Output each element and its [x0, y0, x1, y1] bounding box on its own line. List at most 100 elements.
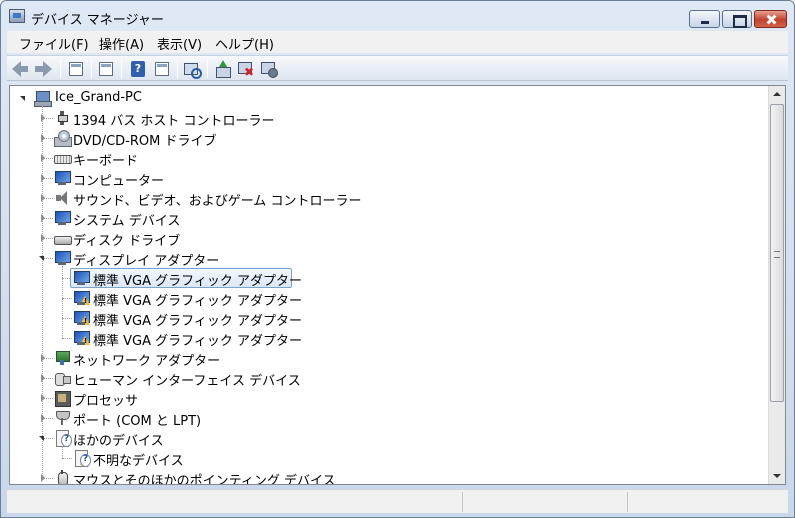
collapsed-arrow-icon[interactable] [41, 154, 45, 162]
tree-guide-line [43, 438, 53, 439]
tree-guide-line [62, 298, 72, 299]
tree-category[interactable]: ネットワーク アダプター [10, 348, 750, 369]
tree-category[interactable]: キーボード [10, 148, 750, 169]
network-adapter-icon [54, 350, 70, 366]
usb-controller-icon [54, 110, 70, 126]
properties-icon[interactable] [97, 60, 115, 78]
collapsed-arrow-icon[interactable] [41, 194, 45, 202]
update-driver-icon[interactable] [214, 60, 232, 78]
tree-guide-line [62, 318, 72, 319]
menu-file[interactable]: ファイル(F) [19, 34, 89, 53]
action-pane-icon[interactable] [153, 60, 171, 78]
tree-category[interactable]: ポート (COM と LPT) [10, 408, 750, 429]
expanded-arrow-icon[interactable] [39, 436, 44, 441]
tree-guide-line [62, 278, 63, 298]
tree-item-label: 標準 VGA グラフィック アダプター [93, 294, 302, 309]
tree-item-label: ディスク ドライブ [73, 234, 181, 249]
menu-bar: ファイル(F) 操作(A) 表示(V) ヘルプ(H) [7, 31, 788, 53]
disk-drive-icon [54, 230, 72, 246]
tree-category[interactable]: コンピューター [10, 168, 750, 189]
forward-arrow-icon[interactable] [35, 60, 53, 78]
menu-action[interactable]: 操作(A) [99, 34, 144, 53]
tree-device[interactable]: 標準 VGA グラフィック アダプター [10, 278, 750, 309]
display-device-icon [54, 170, 71, 186]
tree-item-label: ディスプレイ アダプター [73, 254, 220, 269]
tree-item-label: 1394 バス ホスト コントローラー [73, 114, 275, 129]
collapsed-arrow-icon[interactable] [41, 114, 45, 122]
uninstall-icon[interactable] [237, 60, 255, 79]
collapsed-arrow-icon[interactable] [41, 214, 45, 222]
title-bar[interactable]: デバイス マネージャー [1, 1, 794, 31]
toolbar-separator [60, 60, 61, 78]
tree-guide-line [62, 458, 72, 459]
device-tree: Ice_Grand-PC 1394 バス ホスト コントローラー DVD/CD-R… [10, 86, 769, 485]
tree-device[interactable]: 標準 VGA グラフィック アダプター [10, 266, 750, 289]
computer-icon [34, 90, 52, 107]
tree-device[interactable]: 標準 VGA グラフィック アダプター [10, 298, 750, 329]
scroll-up-arrow-icon[interactable] [769, 86, 785, 103]
warning-icon [80, 336, 90, 345]
keyboard-icon [54, 150, 72, 166]
tree-guide-line [43, 258, 53, 259]
status-bar-divider [462, 492, 463, 512]
toolbar-separator [207, 60, 208, 78]
back-arrow-icon[interactable] [11, 60, 29, 78]
tree-item-label: マウスとそのほかのポインティング デバイス [73, 474, 336, 485]
tree-category[interactable]: ヒューマン インターフェイス デバイス [10, 368, 750, 389]
collapsed-arrow-icon[interactable] [41, 234, 45, 242]
collapsed-arrow-icon[interactable] [41, 374, 45, 382]
maximize-button[interactable] [722, 10, 752, 28]
collapsed-arrow-icon[interactable] [41, 134, 45, 142]
tree-category[interactable]: システム デバイス [10, 208, 750, 229]
scrollbar-thumb[interactable] [770, 104, 784, 402]
tree-category[interactable]: サウンド、ビデオ、およびゲーム コントローラー [10, 188, 750, 209]
tree-item-label: ポート (COM と LPT) [73, 414, 202, 429]
hid-device-icon [54, 370, 71, 386]
device-manager-app-icon [9, 9, 25, 23]
tree-root[interactable]: Ice_Grand-PC [10, 88, 750, 108]
tree-guide-line [62, 338, 72, 339]
tree-device[interactable]: 不明なデバイス [10, 446, 750, 469]
warning-icon [80, 296, 90, 305]
menu-view[interactable]: 表示(V) [157, 34, 202, 53]
warning-icon [80, 456, 90, 465]
tree-device[interactable]: 標準 VGA グラフィック アダプター [10, 318, 750, 349]
display-device-icon [54, 210, 71, 226]
show-hide-console-tree-icon[interactable] [67, 60, 85, 78]
tree-category[interactable]: マウスとそのほかのポインティング デバイス [10, 468, 750, 485]
close-button[interactable] [754, 10, 787, 28]
tree-category[interactable]: DVD/CD-ROM ドライブ [10, 128, 750, 149]
device-manager-window: デバイス マネージャー ファイル(F) 操作(A) 表示(V) ヘルプ(H) ? [0, 0, 795, 518]
tree-category[interactable]: プロセッサ [10, 388, 750, 409]
tree-category[interactable]: ほかのデバイス [10, 428, 750, 449]
scroll-down-arrow-icon[interactable] [769, 467, 785, 484]
window-title: デバイス マネージャー [31, 13, 164, 28]
unknown-device-icon [54, 430, 72, 447]
display-device-icon [73, 270, 90, 286]
collapsed-arrow-icon[interactable] [41, 354, 45, 362]
tree-item-label: 不明なデバイス [93, 454, 184, 469]
collapsed-arrow-icon[interactable] [41, 414, 45, 422]
scan-hardware-changes-icon[interactable] [183, 60, 202, 79]
vertical-scrollbar[interactable] [768, 86, 785, 484]
minimize-button[interactable] [689, 10, 720, 28]
collapsed-arrow-icon[interactable] [41, 394, 45, 402]
expanded-arrow-icon[interactable] [20, 96, 25, 101]
tree-category[interactable]: ディスク ドライブ [10, 228, 750, 249]
toolbar-separator [177, 60, 178, 78]
menu-help[interactable]: ヘルプ(H) [215, 34, 274, 53]
expanded-arrow-icon[interactable] [39, 256, 44, 261]
disable-device-icon[interactable] [260, 60, 278, 78]
display-device-icon [73, 310, 90, 326]
collapsed-arrow-icon[interactable] [41, 474, 45, 482]
unknown-device-icon [73, 450, 91, 467]
tree-item-label: プロセッサ [73, 394, 139, 409]
warning-icon [80, 316, 90, 325]
tree-item-label: キーボード [73, 154, 139, 169]
help-icon[interactable]: ? [129, 60, 147, 78]
collapsed-arrow-icon[interactable] [41, 174, 45, 182]
port-icon [54, 410, 70, 426]
toolbar-separator [91, 60, 92, 78]
tree-category[interactable]: ディスプレイ アダプター [10, 248, 750, 269]
tree-category[interactable]: 1394 バス ホスト コントローラー [10, 108, 750, 129]
